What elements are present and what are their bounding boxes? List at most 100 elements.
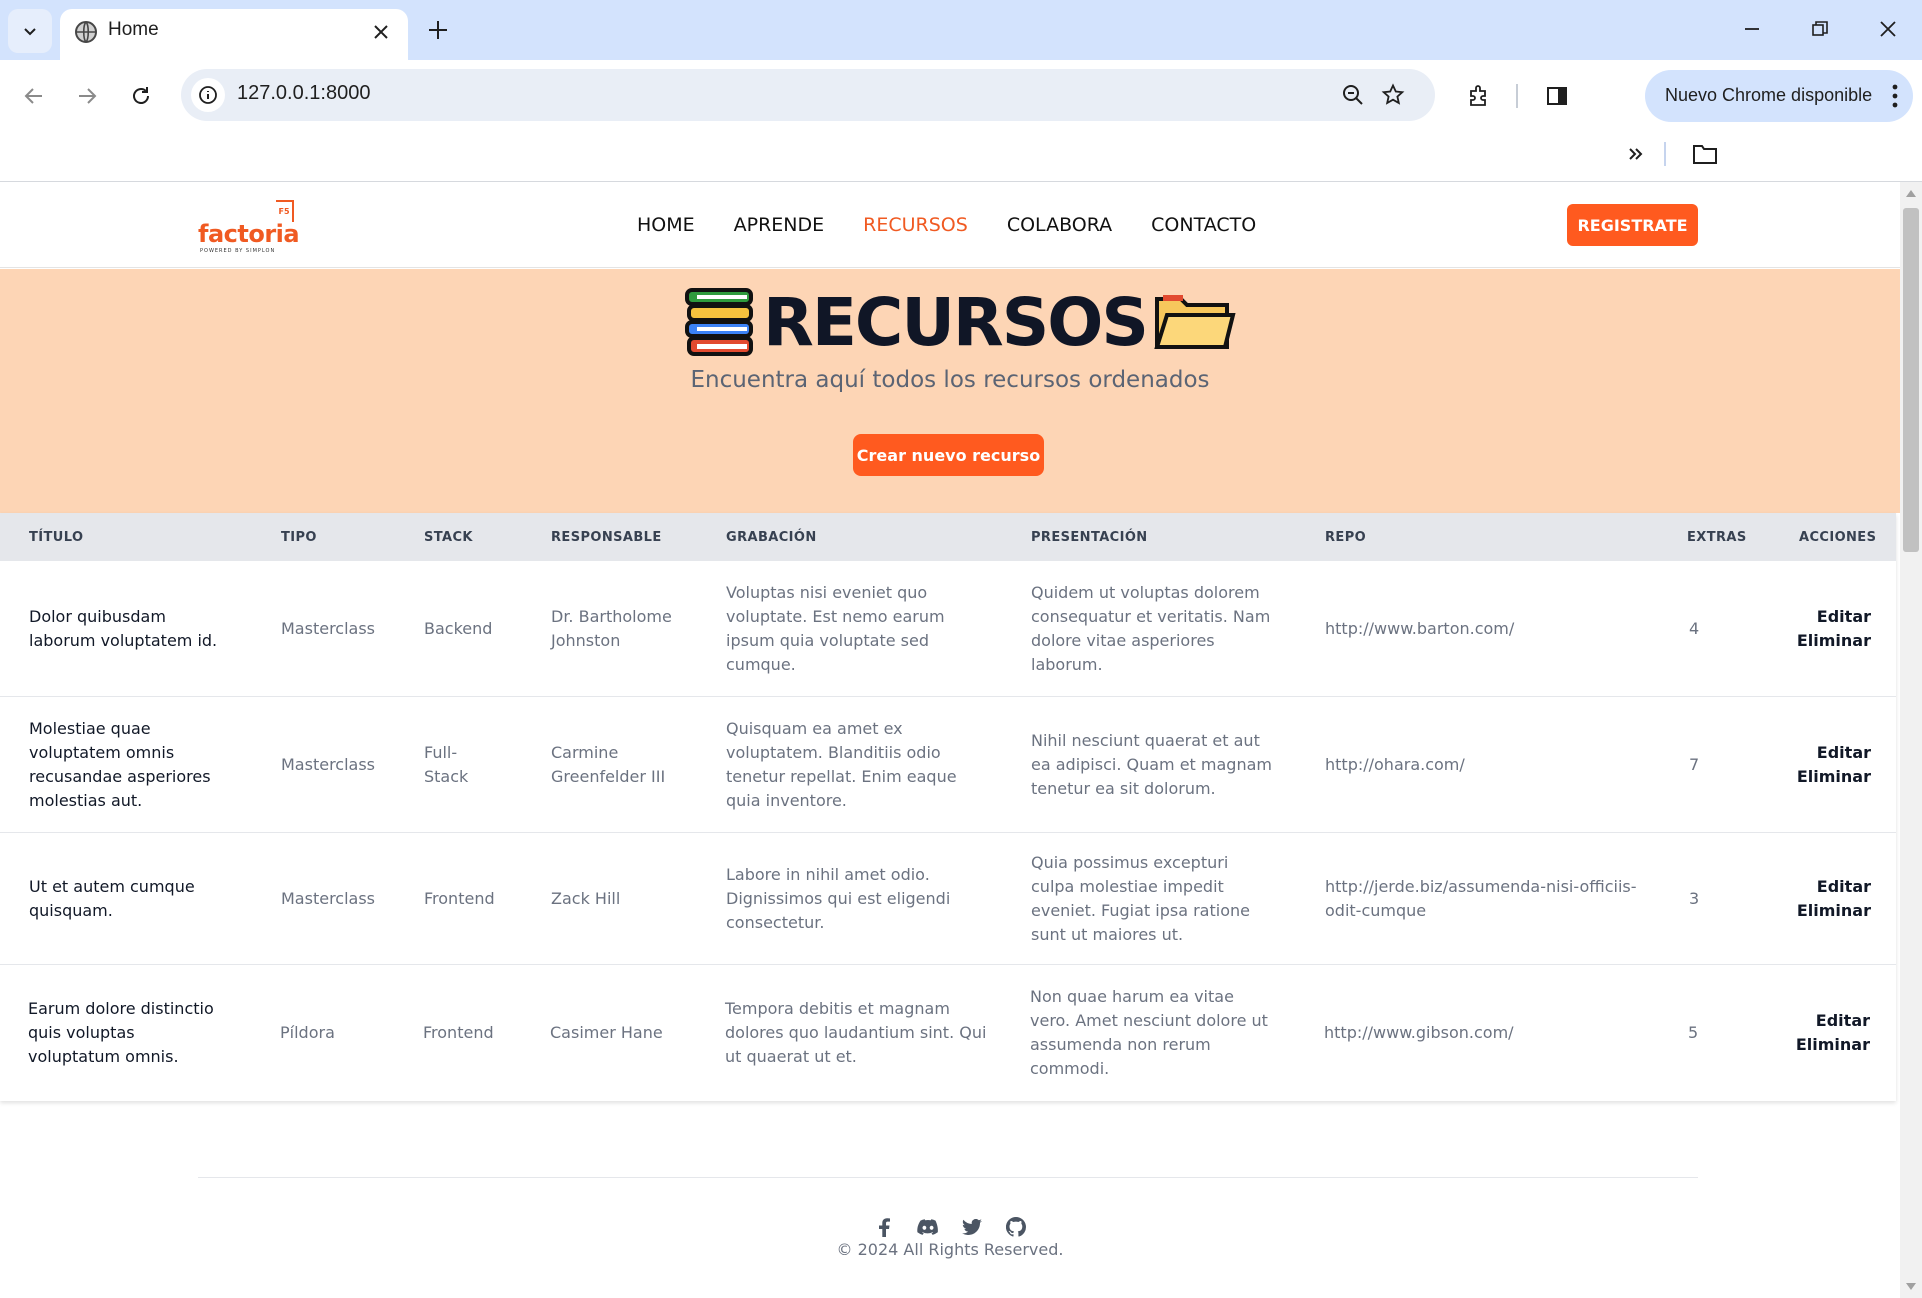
cell-tipo: Píldora [280,1023,335,1042]
reload-button[interactable] [124,79,158,113]
scroll-up-icon[interactable] [1906,190,1916,197]
facebook-icon[interactable] [873,1216,895,1238]
register-button[interactable]: REGISTRATE [1567,204,1698,246]
bookmark-star-button[interactable] [1379,81,1407,109]
reload-icon [133,87,149,104]
cell-grabacion: Voluptas nisi eveniet quo voluptate. Est… [726,583,945,674]
cell-repo[interactable]: http://jerde.biz/assumenda-nisi-officiis… [1325,833,1645,965]
cell-responsable: Dr. Bartholome Johnston [551,607,672,650]
cell-extras: 5 [1688,1023,1699,1042]
hero-title-row: RECURSOS [683,284,1237,361]
browser-tabstrip: Home [0,0,1922,60]
edit-link[interactable]: Editar [1817,605,1871,629]
cell-grabacion: Tempora debitis et magnam dolores quo la… [725,999,987,1066]
zoom-out-icon [1343,85,1363,105]
cell-extras: 4 [1689,619,1700,638]
arrow-right-icon [79,88,97,104]
url-text[interactable]: 127.0.0.1:8000 [237,82,370,105]
twitter-icon[interactable] [961,1216,983,1238]
close-icon [1880,21,1896,37]
bookmarks-folder-button[interactable] [1688,137,1722,171]
hero-subtitle: Encuentra aquí todos los recursos ordena… [690,367,1210,393]
nav-recursos[interactable]: RECURSOS [863,214,968,238]
cell-responsable: Casimer Hane [550,1023,663,1042]
cell-tipo: Masterclass [281,619,376,638]
scrollbar-thumb[interactable] [1903,208,1919,552]
cell-grabacion: Labore in nihil amet odio. Dignissimos q… [726,865,951,932]
delete-link[interactable]: Eliminar [1796,1033,1870,1057]
social-links [873,1216,1027,1238]
restore-button[interactable] [1805,14,1835,44]
cell-acciones: Editar Eliminar [1770,697,1871,833]
copyright: © 2024 All Rights Reserved. [836,1240,1064,1259]
main-nav: HOME APRENDE RECURSOS COLABORA CONTACTO [637,214,1256,238]
double-chevron-right-icon [1629,148,1643,160]
minimize-button[interactable] [1737,14,1767,44]
delete-link[interactable]: Eliminar [1797,899,1871,923]
cell-extras: 7 [1689,755,1700,774]
cell-acciones: Editar Eliminar [1769,965,1870,1101]
side-panel-button[interactable] [1541,80,1573,112]
nav-colabora[interactable]: COLABORA [1007,214,1112,238]
minimize-icon [1745,28,1759,30]
cell-presentacion: Non quae harum ea vitae vero. Amet nesci… [1030,987,1268,1078]
star-icon [1381,83,1405,105]
extensions-button[interactable] [1463,80,1495,112]
bookmarks-overflow-button[interactable] [1620,138,1652,170]
table-header: TÍTULO TIPO STACK RESPONSABLE GRABACIÓN … [0,513,1896,561]
edit-link[interactable]: Editar [1816,1009,1870,1033]
cell-repo[interactable]: http://www.gibson.com/ [1324,965,1644,1101]
cell-stack: Frontend [423,1023,494,1042]
folder-icon [1154,295,1236,349]
update-label: Nuevo Chrome disponible [1665,85,1873,105]
info-icon [199,86,217,104]
edit-link[interactable]: Editar [1817,875,1871,899]
close-icon[interactable] [370,21,392,43]
zoom-button[interactable] [1339,81,1367,109]
discord-icon[interactable] [917,1216,939,1238]
arrow-left-icon [24,88,42,104]
forward-button[interactable] [70,79,104,113]
cell-presentacion: Quia possimus excepturi culpa molestiae … [1031,853,1250,944]
cell-acciones: Editar Eliminar [1770,833,1871,965]
cell-acciones: Editar Eliminar [1770,561,1871,697]
col-repo: REPO [1325,530,1367,545]
address-bar[interactable]: 127.0.0.1:8000 [181,69,1435,121]
new-tab-icon[interactable] [424,16,452,44]
cell-extras: 3 [1689,889,1700,908]
create-resource-button[interactable]: Crear nuevo recurso [853,434,1044,476]
delete-link[interactable]: Eliminar [1797,765,1871,789]
delete-link[interactable]: Eliminar [1797,629,1871,653]
back-button[interactable] [17,79,51,113]
browser-tab-home[interactable]: Home [60,9,408,60]
cell-titulo: Ut et autem cumque quisquam. [29,877,195,920]
folder-icon [1693,145,1717,164]
window-close-button[interactable] [1873,14,1903,44]
resources-table: TÍTULO TIPO STACK RESPONSABLE GRABACIÓN … [0,513,1896,1101]
tab-title: Home [108,19,159,40]
cell-stack: Frontend [424,889,495,908]
globe-icon [75,21,97,43]
factoria-logo[interactable]: F5 factoria POWERED BY SIMPLON [198,200,300,254]
table-row: Earum dolore distinctio quis voluptas vo… [0,965,1896,1101]
site-info-button[interactable] [191,78,225,112]
page-scrollbar[interactable] [1900,182,1922,1298]
col-tipo: TIPO [281,530,317,545]
edit-link[interactable]: Editar [1817,741,1871,765]
scroll-down-icon[interactable] [1906,1283,1916,1290]
cell-titulo: Molestiae quae voluptatem omnis recusand… [29,719,211,810]
cell-grabacion: Quisquam ea amet ex voluptatem. Blanditi… [726,719,957,810]
site-header: F5 factoria POWERED BY SIMPLON HOME APRE… [0,182,1900,268]
tab-search-button[interactable] [8,9,52,53]
kebab-menu-icon[interactable] [1891,83,1899,109]
nav-home[interactable]: HOME [637,214,695,238]
cell-responsable: Zack Hill [551,889,621,908]
chrome-update-button[interactable]: Nuevo Chrome disponible [1645,70,1913,122]
table-row: Molestiae quae voluptatem omnis recusand… [0,697,1896,833]
cell-repo[interactable]: http://ohara.com/ [1325,697,1645,833]
cell-tipo: Masterclass [281,755,376,774]
cell-repo[interactable]: http://www.barton.com/ [1325,561,1645,697]
github-icon[interactable] [1005,1216,1027,1238]
nav-aprende[interactable]: APRENDE [734,214,825,238]
nav-contacto[interactable]: CONTACTO [1151,214,1256,238]
